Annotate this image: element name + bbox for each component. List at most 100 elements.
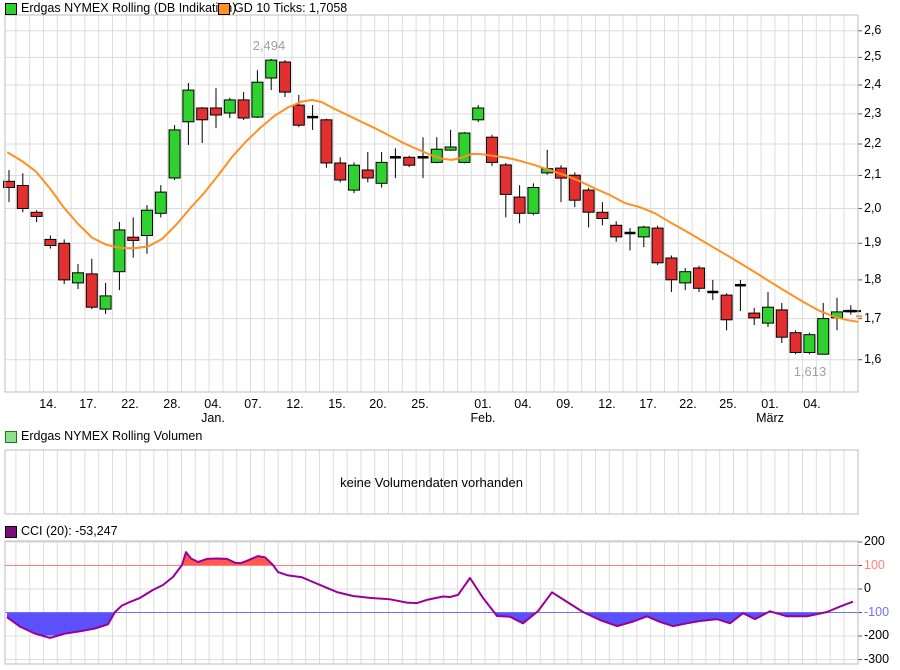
x-axis-tick-label: 07. bbox=[231, 397, 275, 411]
x-axis-month-label: Jan. bbox=[191, 411, 235, 425]
candle-body bbox=[142, 210, 153, 235]
candle-body bbox=[763, 307, 774, 323]
x-axis-tick-label: 04. bbox=[501, 397, 545, 411]
candle-body bbox=[611, 225, 622, 237]
x-axis-tick-label: 22. bbox=[108, 397, 152, 411]
chart-canvas bbox=[0, 0, 900, 670]
candle-body bbox=[680, 272, 691, 283]
candle-body bbox=[666, 258, 677, 280]
price-axis-label: 2,6 bbox=[864, 23, 881, 37]
x-axis-tick-label: 09. bbox=[543, 397, 587, 411]
volume-series-swatch-icon bbox=[5, 431, 17, 443]
cci-axis-label: 100 bbox=[864, 558, 885, 572]
candle-body bbox=[183, 90, 194, 122]
candle-body bbox=[349, 165, 360, 190]
x-axis-tick-label: 25. bbox=[398, 397, 442, 411]
ma-series-label: GD 10 Ticks: 1,7058 bbox=[234, 1, 347, 15]
candle-body bbox=[224, 100, 235, 113]
candle-body bbox=[252, 82, 263, 117]
candle-body bbox=[473, 108, 484, 120]
x-axis-tick-label: 22. bbox=[666, 397, 710, 411]
candle-body bbox=[128, 237, 139, 240]
candle-body bbox=[169, 130, 180, 178]
candle-body bbox=[100, 296, 111, 309]
x-axis-tick-label: 15. bbox=[315, 397, 359, 411]
price-axis-label: 2,2 bbox=[864, 136, 881, 150]
candle-body bbox=[31, 212, 42, 216]
x-axis-month-label: März bbox=[748, 411, 792, 425]
candle-body bbox=[293, 105, 304, 125]
price-axis-label: 2,0 bbox=[864, 201, 881, 215]
candle-body bbox=[211, 108, 222, 115]
price-annotation: 1,613 bbox=[775, 364, 845, 379]
price-axis-label: 1,8 bbox=[864, 272, 881, 286]
candle-body bbox=[776, 310, 787, 337]
candle-body bbox=[818, 319, 829, 355]
candle-body bbox=[694, 268, 705, 288]
candle-body bbox=[638, 227, 649, 237]
cci-axis-label: 200 bbox=[864, 534, 885, 548]
x-axis-tick-label: 17. bbox=[66, 397, 110, 411]
cci-series-label: CCI (20): -53,247 bbox=[21, 524, 118, 538]
candle-body bbox=[652, 228, 663, 263]
volume-empty-message: keine Volumendaten vorhanden bbox=[5, 475, 858, 490]
candle-body bbox=[528, 188, 539, 214]
x-axis-tick-label: 04. bbox=[790, 397, 834, 411]
candle-body bbox=[59, 243, 70, 280]
candle-body bbox=[445, 147, 456, 150]
candle-body bbox=[362, 170, 373, 178]
x-axis-tick-label: 17. bbox=[626, 397, 670, 411]
candle-body bbox=[721, 295, 732, 320]
candle-body bbox=[45, 239, 56, 245]
x-axis-tick-label: 14. bbox=[26, 397, 70, 411]
x-axis-tick-label: 12. bbox=[585, 397, 629, 411]
candle-body bbox=[597, 212, 608, 218]
x-axis-tick-label: 01. bbox=[461, 397, 505, 411]
candle-body bbox=[280, 62, 291, 92]
candle-body bbox=[487, 137, 498, 162]
candle-body bbox=[404, 157, 415, 165]
candle-body bbox=[197, 108, 208, 120]
price-series-label: Erdgas NYMEX Rolling (DB Indikation) bbox=[21, 1, 236, 15]
candle-body bbox=[238, 100, 249, 118]
candle-body bbox=[583, 190, 594, 212]
price-series-swatch-icon bbox=[5, 3, 17, 15]
x-axis-tick-label: 04. bbox=[191, 397, 235, 411]
trading-chart-app: Erdgas NYMEX Rolling (DB Indikation) GD … bbox=[0, 0, 900, 670]
price-axis-label: 2,5 bbox=[864, 49, 881, 63]
price-axis-label: 1,9 bbox=[864, 235, 881, 249]
candle-body bbox=[321, 120, 332, 163]
cci-axis-label: -200 bbox=[864, 628, 889, 642]
price-axis-label: 2,1 bbox=[864, 167, 881, 181]
price-axis-label: 1,7 bbox=[864, 311, 881, 325]
x-axis-tick-label: 12. bbox=[273, 397, 317, 411]
candle-body bbox=[804, 335, 815, 353]
candle-body bbox=[155, 192, 166, 213]
price-axis-label: 2,3 bbox=[864, 106, 881, 120]
cci-axis-label: -100 bbox=[864, 605, 889, 619]
candle-body bbox=[17, 186, 28, 209]
candle-body bbox=[376, 162, 387, 183]
price-axis-label: 2,4 bbox=[864, 77, 881, 91]
price-annotation: 2,494 bbox=[234, 38, 304, 53]
panel-background bbox=[5, 15, 858, 392]
panel-background bbox=[5, 541, 858, 664]
candle-body bbox=[514, 197, 525, 213]
candle-body bbox=[86, 274, 97, 307]
cci-axis-label: -300 bbox=[864, 652, 889, 666]
x-axis-tick-label: 28. bbox=[150, 397, 194, 411]
volume-series-label: Erdgas NYMEX Rolling Volumen bbox=[21, 429, 202, 443]
x-axis-tick-label: 25. bbox=[706, 397, 750, 411]
ma-series-swatch-icon bbox=[218, 3, 230, 15]
price-axis-label: 1,6 bbox=[864, 352, 881, 366]
candle-body bbox=[335, 163, 346, 180]
candle-body bbox=[114, 230, 125, 272]
x-axis-tick-label: 20. bbox=[356, 397, 400, 411]
x-axis-month-label: Feb. bbox=[461, 411, 505, 425]
x-axis-tick-label: 01. bbox=[748, 397, 792, 411]
candle-body bbox=[749, 313, 760, 318]
candle-body bbox=[266, 60, 277, 78]
cci-series-swatch-icon bbox=[5, 526, 17, 538]
cci-axis-label: 0 bbox=[864, 581, 871, 595]
candle-body bbox=[790, 333, 801, 353]
